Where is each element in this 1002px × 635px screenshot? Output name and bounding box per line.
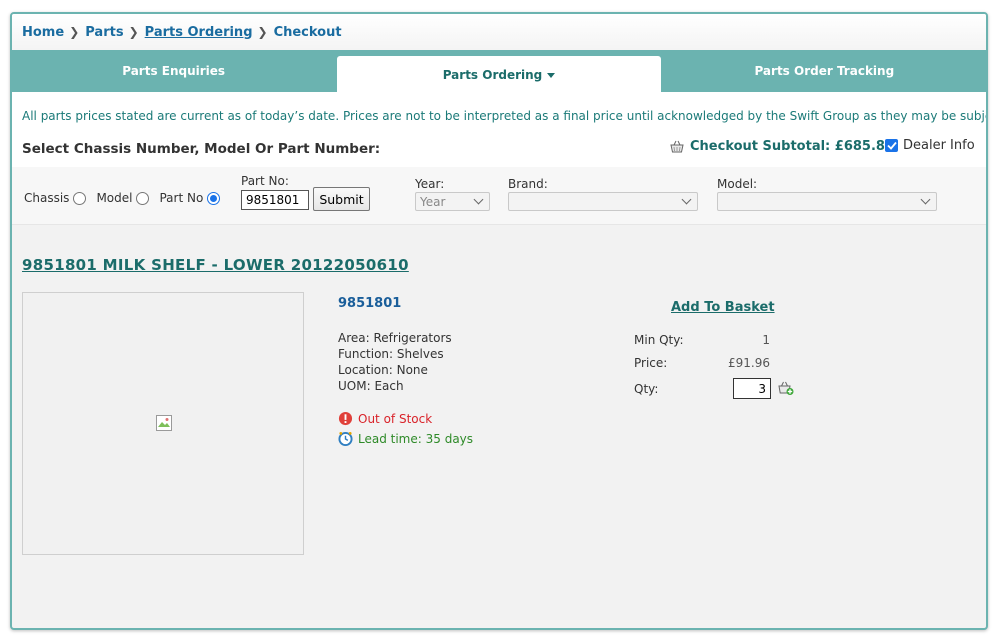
product-attributes: Area: Refrigerators Function: Shelves Lo… <box>338 330 452 394</box>
breadcrumb-parts[interactable]: Parts <box>85 25 123 40</box>
radio-model-label: Model <box>96 191 133 205</box>
radio-chassis-label: Chassis <box>24 191 70 205</box>
breadcrumb-checkout[interactable]: Checkout <box>274 25 342 40</box>
add-to-basket-icon[interactable] <box>778 380 794 396</box>
attr-uom: UOM: Each <box>338 379 404 393</box>
breadcrumb-home[interactable]: Home <box>22 25 64 40</box>
chevron-down-icon <box>681 194 692 205</box>
checkout-subtotal[interactable]: Checkout Subtotal: £685.84 <box>670 139 894 154</box>
lead-time: Lead time: 35 days <box>338 431 473 446</box>
qty-input[interactable] <box>733 378 771 399</box>
min-qty-value: 1 <box>762 333 770 347</box>
search-type-radios: Chassis Model Part No <box>24 191 230 205</box>
stock-status-text: Out of Stock <box>358 411 433 426</box>
radio-chassis[interactable] <box>73 191 87 205</box>
part-no-label: Part No: <box>241 174 289 188</box>
chevron-right-icon: ❯ <box>69 25 80 39</box>
caret-down-icon <box>547 72 556 78</box>
year-select[interactable]: Year <box>415 192 490 211</box>
main-panel: Home ❯ Parts ❯ Parts Ordering ❯ Checkout… <box>10 12 988 630</box>
price-label: Price: <box>634 356 668 370</box>
alert-icon <box>338 411 353 426</box>
tab-parts-order-tracking[interactable]: Parts Order Tracking <box>663 50 986 92</box>
tab-bar: Parts Enquiries Parts Ordering Parts Ord… <box>12 50 986 92</box>
chevron-right-icon: ❯ <box>128 25 139 39</box>
tab-label: Parts Ordering <box>442 68 543 82</box>
brand-select[interactable] <box>508 192 698 211</box>
min-qty-label: Min Qty: <box>634 333 684 347</box>
subtotal-text: Checkout Subtotal: £685.84 <box>690 139 894 154</box>
radio-partno-label: Part No <box>159 191 204 205</box>
lead-time-text: Lead time: 35 days <box>358 431 474 446</box>
breadcrumb-parts-ordering[interactable]: Parts Ordering <box>145 25 253 40</box>
submit-button[interactable]: Submit <box>313 187 370 211</box>
attr-function: Function: Shelves <box>338 347 444 361</box>
breadcrumb: Home ❯ Parts ❯ Parts Ordering ❯ Checkout <box>12 14 986 50</box>
broken-image-icon <box>156 415 172 431</box>
price-value: £91.96 <box>728 356 770 370</box>
brand-label: Brand: <box>508 177 548 191</box>
dealer-info-label: Dealer Info <box>903 138 975 153</box>
tab-label: Parts Enquiries <box>122 64 226 78</box>
radio-partno[interactable] <box>207 191 221 205</box>
selection-heading: Select Chassis Number, Model Or Part Num… <box>22 141 381 157</box>
search-row: Chassis Model Part No Part No: Submit Ye… <box>12 167 986 225</box>
product-image <box>22 292 304 555</box>
chevron-down-icon <box>920 194 931 205</box>
radio-model[interactable] <box>136 191 150 205</box>
chevron-down-icon <box>473 194 484 205</box>
product-title[interactable]: 9851801 MILK SHELF - LOWER 20122050610 <box>22 256 409 274</box>
stock-status: Out of Stock <box>338 411 432 426</box>
tab-parts-ordering[interactable]: Parts Ordering <box>337 56 661 92</box>
dealer-info-checkbox[interactable] <box>885 139 898 152</box>
chevron-right-icon: ❯ <box>257 25 268 39</box>
check-icon <box>886 141 897 150</box>
model-label: Model: <box>717 177 758 191</box>
model-select[interactable] <box>717 192 937 211</box>
year-label: Year: <box>415 177 445 191</box>
tab-parts-enquiries[interactable]: Parts Enquiries <box>12 50 335 92</box>
notice-area: All parts prices stated are current as o… <box>12 92 986 167</box>
add-to-basket-link[interactable]: Add To Basket <box>671 300 775 315</box>
part-no-input[interactable] <box>241 190 309 210</box>
attr-area: Area: Refrigerators <box>338 331 452 345</box>
part-code: 9851801 <box>338 296 402 311</box>
qty-label: Qty: <box>634 382 659 396</box>
price-notice: All parts prices stated are current as o… <box>22 109 988 123</box>
year-select-value: Year <box>420 194 446 209</box>
basket-icon <box>670 140 684 153</box>
dealer-info-toggle[interactable]: Dealer Info <box>885 138 975 153</box>
attr-location: Location: None <box>338 363 428 377</box>
tab-label: Parts Order Tracking <box>754 64 895 78</box>
clock-icon <box>338 431 353 446</box>
